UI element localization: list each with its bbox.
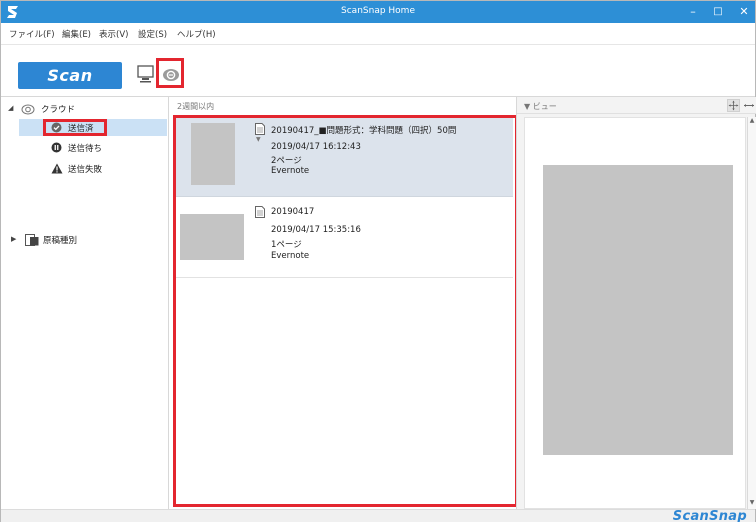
- section-header: 2週間以内: [177, 102, 215, 111]
- move-icon[interactable]: [727, 99, 740, 112]
- sidebar-item-sent-row[interactable]: 送信済: [51, 119, 131, 135]
- menu-settings[interactable]: 設定(S): [138, 28, 167, 40]
- cloud-icon: [163, 69, 179, 81]
- cloud-node-icon: [21, 104, 35, 115]
- minimize-button[interactable]: –: [685, 4, 701, 20]
- warning-icon: [51, 163, 63, 174]
- maximize-button[interactable]: □: [710, 4, 726, 20]
- page-preview-area: [524, 117, 746, 509]
- sidebar-item-failed[interactable]: 送信失敗: [51, 161, 151, 177]
- menu-bar: ファイル(F) 編集(E) 表示(V) 設定(S) ヘルプ(H): [1, 23, 755, 45]
- menu-view[interactable]: 表示(V): [99, 28, 128, 40]
- scroll-down-icon[interactable]: ▼: [748, 499, 756, 509]
- check-circle-icon: [51, 122, 62, 133]
- toolbar: Scan: [1, 45, 755, 97]
- tree-label-cloud: クラウド: [41, 105, 76, 115]
- document-type-icon: [25, 234, 39, 246]
- scroll-up-icon[interactable]: ▲: [748, 117, 756, 127]
- status-bar: ScanSnap: [1, 509, 755, 522]
- collapse-arrow-icon[interactable]: ▶: [11, 235, 16, 243]
- menu-edit[interactable]: 編集(E): [62, 28, 91, 40]
- tree-label-doc-type: 原稿種別: [43, 236, 78, 246]
- app-window: ScanSnap Home – □ ✕ ファイル(F) 編集(E) 表示(V) …: [0, 0, 756, 522]
- sidebar-item-label: 送信済: [68, 124, 94, 134]
- fit-width-icon[interactable]: [743, 99, 755, 112]
- sidebar-item-pending[interactable]: 送信待ち: [51, 140, 151, 156]
- window-title: ScanSnap Home: [341, 6, 415, 16]
- viewer-pane: ▼ ビュー ▲ ▼: [516, 97, 756, 509]
- tree-node-doc-type[interactable]: ▶ 原稿種別: [1, 232, 169, 248]
- sidebar-item-label: 送信失敗: [68, 165, 103, 175]
- sidebar-item-label: 送信待ち: [68, 144, 103, 154]
- expand-arrow-icon[interactable]: ◢: [8, 104, 13, 112]
- brand-logo: ScanSnap: [672, 509, 747, 522]
- pause-circle-icon: [51, 142, 62, 153]
- viewer-scrollbar[interactable]: ▲ ▼: [747, 117, 756, 509]
- viewer-toggle[interactable]: ▼ ビュー: [524, 101, 557, 112]
- page-preview: [543, 165, 733, 455]
- tree-node-cloud[interactable]: ◢ クラウド: [1, 101, 169, 117]
- title-bar: ScanSnap Home – □ ✕: [1, 1, 755, 23]
- close-button[interactable]: ✕: [736, 4, 752, 20]
- list-highlight-frame: [173, 115, 518, 507]
- viewer-header: ▼ ビュー: [517, 97, 756, 114]
- menu-help[interactable]: ヘルプ(H): [177, 28, 216, 40]
- cloud-mode-button[interactable]: [156, 58, 184, 88]
- sidebar: ◢ クラウド 送信済 送信待ち 送信失敗 ▶ 原稿種別: [1, 97, 169, 509]
- scan-button[interactable]: Scan: [18, 62, 122, 89]
- computer-mode-icon[interactable]: [136, 63, 158, 85]
- menu-file[interactable]: ファイル(F): [9, 28, 55, 40]
